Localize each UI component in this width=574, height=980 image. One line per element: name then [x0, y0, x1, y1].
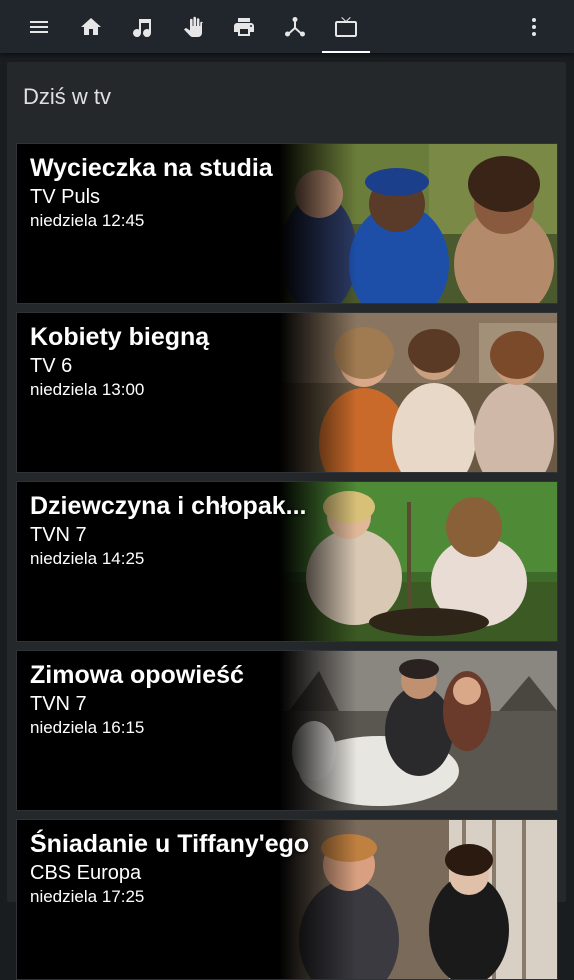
program-channel: TVN 7 [30, 524, 87, 546]
program-card[interactable]: Śniadanie u Tiffany'ego CBS Europa niedz… [16, 819, 558, 980]
music-note-icon [133, 18, 152, 37]
program-title: Zimowa opowieść [30, 661, 244, 689]
network-button[interactable] [270, 0, 320, 53]
program-card[interactable]: Zimowa opowieść TVN 7 niedziela 16:15 [16, 650, 558, 811]
program-channel: TV Puls [30, 186, 101, 208]
hand-icon [184, 16, 203, 37]
program-time: niedziela 17:25 [30, 887, 145, 906]
menu-button[interactable] [14, 0, 64, 53]
home-icon [81, 17, 101, 35]
program-time: niedziela 12:45 [30, 211, 145, 230]
network-icon [285, 16, 305, 36]
program-title: Śniadanie u Tiffany'ego [30, 830, 310, 858]
remote-button[interactable] [168, 0, 218, 53]
more-options-button[interactable] [509, 0, 559, 53]
printer-icon [234, 17, 254, 36]
program-card[interactable]: Kobiety biegną TV 6 niedziela 13:00 [16, 312, 558, 473]
program-time: niedziela 13:00 [30, 380, 145, 399]
program-card[interactable]: Wycieczka na studia TV Puls niedziela 12… [16, 143, 558, 304]
program-channel: TVN 7 [30, 693, 87, 715]
section-title: Dziś w tv [23, 84, 111, 109]
top-toolbar [0, 0, 574, 53]
tv-button[interactable] [322, 0, 370, 53]
more-vert-icon [532, 17, 536, 36]
program-time: niedziela 16:15 [30, 718, 145, 737]
home-button[interactable] [66, 0, 116, 53]
print-button[interactable] [219, 0, 269, 53]
program-channel: TV 6 [30, 355, 73, 377]
tv-icon [335, 16, 357, 37]
program-card[interactable]: Dziewczyna i chłopak... TVN 7 niedziela … [16, 481, 558, 642]
program-title: Wycieczka na studia [30, 154, 273, 182]
program-channel: CBS Europa [30, 862, 142, 884]
menu-icon [30, 20, 48, 33]
program-time: niedziela 14:25 [30, 549, 145, 568]
program-title: Kobiety biegną [30, 323, 210, 351]
music-button[interactable] [117, 0, 167, 53]
program-title: Dziewczyna i chłopak... [30, 492, 307, 520]
